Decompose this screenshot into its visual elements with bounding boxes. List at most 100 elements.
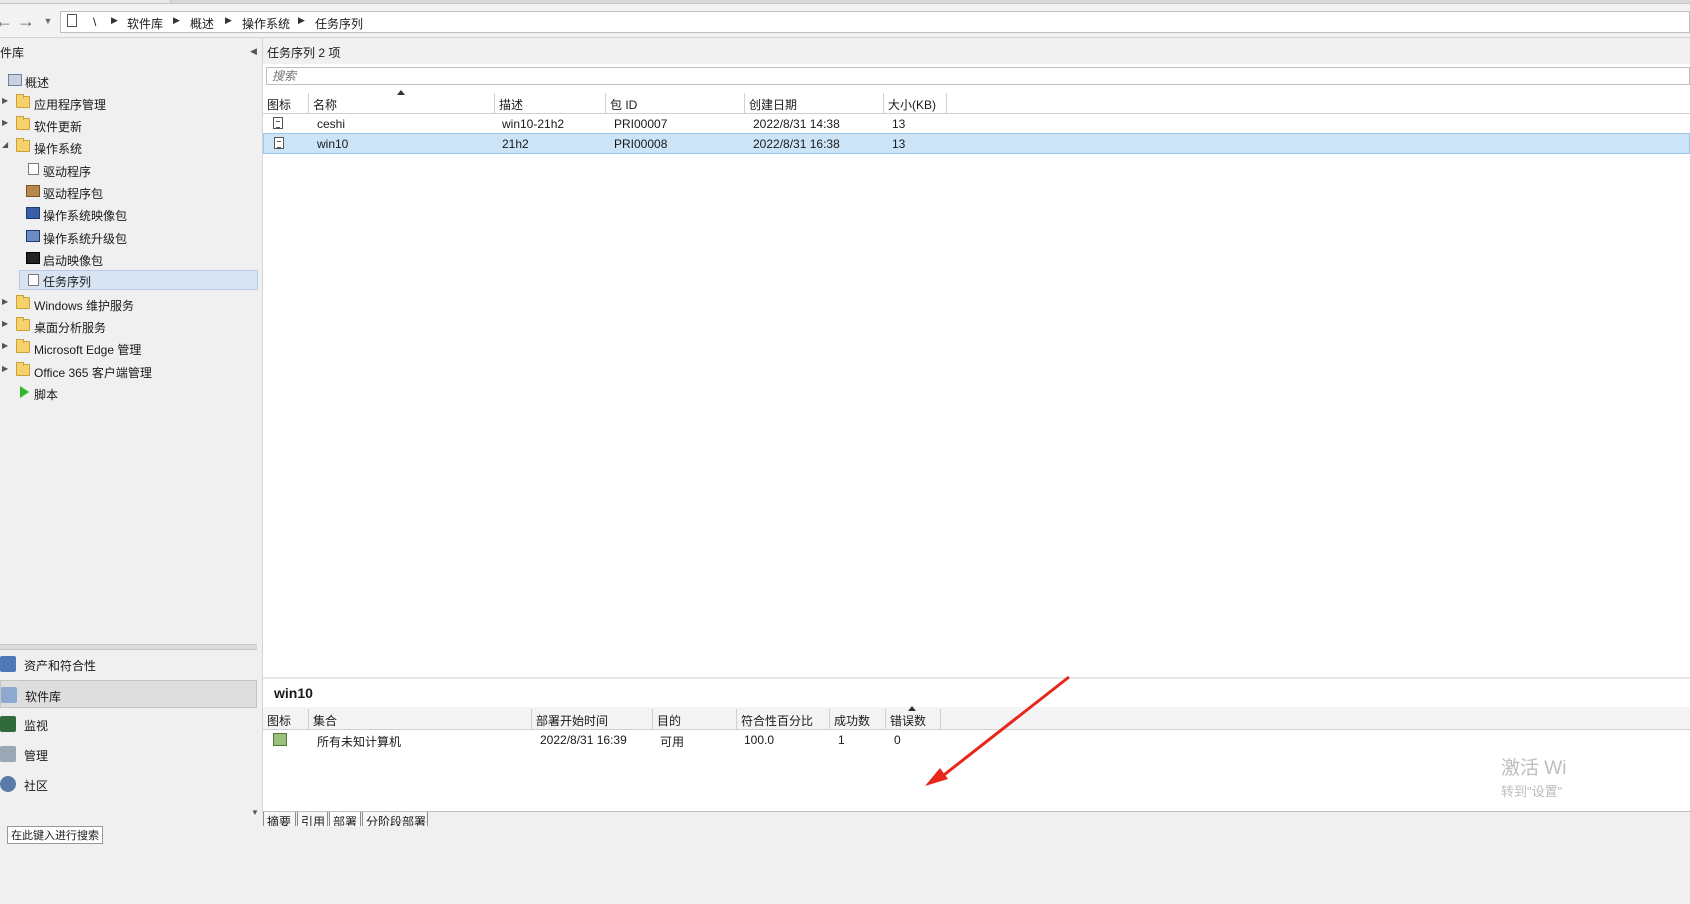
tree-item-overview[interactable]: 概述	[0, 71, 258, 91]
collapse-arrow-icon[interactable]: ◢	[2, 140, 8, 149]
breadcrumb: \ ▶ 软件库 ▶ 概述 ▶ 操作系统 ▶ 任务序列	[60, 11, 1690, 33]
expand-arrow-icon[interactable]: ▶	[2, 341, 8, 350]
tree-item-label: 驱动程序	[43, 165, 92, 179]
tree-item-label: 驱动程序包	[43, 187, 104, 201]
tree-item-label: 应用程序管理	[34, 98, 107, 112]
table-row[interactable]: 所有未知计算机 2022/8/31 16:39 可用 100.0 1 0	[263, 730, 1690, 750]
column-header-errors[interactable]: 错误数	[886, 709, 941, 729]
chevron-down-icon[interactable]: ▼	[251, 808, 259, 817]
tree-item-task-sequences[interactable]: 任务序列	[19, 270, 258, 290]
folder-icon	[16, 317, 30, 331]
breadcrumb-item-task-sequences[interactable]: 任务序列	[315, 15, 363, 32]
workspace-administration[interactable]: 管理	[0, 740, 257, 768]
breadcrumb-separator-icon[interactable]: ▶	[225, 15, 232, 26]
forward-arrow-icon[interactable]: →	[16, 11, 36, 31]
workspace-label: 软件库	[25, 690, 62, 704]
tree-item-boot-images[interactable]: 启动映像包	[0, 249, 258, 269]
workspace-label: 资产和符合性	[24, 659, 97, 673]
breadcrumb-item-operating-systems[interactable]: 操作系统	[242, 15, 290, 32]
column-header-package-id[interactable]: 包 ID	[606, 93, 745, 113]
breadcrumb-item-software-library[interactable]: 软件库	[127, 15, 163, 32]
overview-icon	[8, 74, 22, 86]
back-arrow-icon[interactable]: ←	[0, 11, 14, 31]
workspace-assets-and-compliance[interactable]: 资产和符合性	[0, 650, 257, 678]
expand-arrow-icon[interactable]: ▶	[2, 364, 8, 373]
task-sequence-icon	[273, 117, 283, 129]
assets-icon	[0, 656, 16, 672]
tree-item-scripts[interactable]: 脚本	[0, 383, 258, 403]
cell-name: ceshi	[317, 117, 346, 131]
cell-size: 13	[892, 137, 906, 151]
column-header-name[interactable]: 名称	[309, 93, 495, 113]
status-search-hint[interactable]: 在此键入进行搜索	[7, 826, 103, 844]
column-header-success[interactable]: 成功数	[830, 709, 886, 729]
navigation-pane: 件库 ◀ 概述 ▶ 应用程序管理 ▶ 软件更新 ◢ 操作系统 驱动程序 驱动程序…	[0, 38, 263, 817]
tree-item-label: 脚本	[34, 388, 59, 402]
tree-item-drivers[interactable]: 驱动程序	[0, 160, 258, 180]
tree-item-software-updates[interactable]: ▶ 软件更新	[0, 115, 258, 135]
expand-arrow-icon[interactable]: ▶	[2, 118, 8, 127]
tree-item-desktop-analytics[interactable]: ▶ 桌面分析服务	[0, 316, 258, 336]
table-row[interactable]: ceshi win10-21h2 PRI00007 2022/8/31 14:3…	[263, 114, 1690, 134]
breadcrumb-separator-icon[interactable]: ▶	[298, 15, 305, 26]
window-tab[interactable]	[0, 0, 61, 3]
column-header-date-created[interactable]: 创建日期	[745, 93, 884, 113]
driver-package-icon	[26, 185, 40, 197]
column-header-deployment-start[interactable]: 部署开始时间	[532, 709, 653, 729]
breadcrumb-separator-icon[interactable]: ▶	[173, 15, 180, 26]
task-sequence-icon	[28, 274, 39, 286]
tree-item-application-management[interactable]: ▶ 应用程序管理	[0, 93, 258, 113]
window-top-strip	[0, 0, 1690, 4]
column-header-description[interactable]: 描述	[495, 93, 606, 113]
workspace-software-library[interactable]: 软件库	[0, 680, 257, 708]
cell-success: 1	[838, 733, 845, 747]
cell-date-created: 2022/8/31 16:38	[753, 137, 840, 151]
column-header-icon[interactable]: 图标	[263, 709, 309, 729]
workspace-label: 社区	[24, 779, 49, 793]
expand-arrow-icon[interactable]: ▶	[2, 319, 8, 328]
search-input[interactable]	[266, 67, 1690, 85]
breadcrumb-separator-icon[interactable]: ▶	[111, 15, 118, 26]
tree-item-label: Windows 维护服务	[34, 299, 135, 313]
task-sequence-icon	[67, 14, 77, 27]
workspace-label: 管理	[24, 749, 49, 763]
cell-errors: 0	[894, 733, 901, 747]
folder-icon	[16, 295, 30, 309]
tree-item-os-images[interactable]: 操作系统映像包	[0, 204, 258, 224]
list-title: 任务序列 2 项	[267, 46, 341, 60]
cell-deployment-start: 2022/8/31 16:39	[540, 733, 627, 747]
deployment-icon	[273, 733, 287, 746]
column-header-compliance[interactable]: 符合性百分比	[737, 709, 830, 729]
column-header-icon[interactable]: 图标	[263, 93, 309, 113]
sort-ascending-icon	[908, 706, 916, 711]
tree-item-label: 操作系统升级包	[43, 232, 128, 246]
column-header-purpose[interactable]: 目的	[653, 709, 737, 729]
expand-arrow-icon[interactable]: ▶	[2, 297, 8, 306]
column-header-collection[interactable]: 集合	[309, 709, 532, 729]
tree-item-office365-management[interactable]: ▶ Office 365 客户端管理	[0, 361, 258, 381]
tree-item-label: 桌面分析服务	[34, 321, 107, 335]
window-tab[interactable]	[60, 0, 171, 3]
tree-item-label: 软件更新	[34, 120, 83, 134]
tree-item-operating-systems[interactable]: ◢ 操作系统	[0, 137, 258, 157]
history-dropdown-icon[interactable]: ▼	[38, 11, 58, 31]
tree-item-os-upgrade-packages[interactable]: 操作系统升级包	[0, 227, 258, 247]
collapse-pane-icon[interactable]: ◀	[250, 46, 257, 57]
expand-arrow-icon[interactable]: ▶	[2, 96, 8, 105]
tree-item-label: Microsoft Edge 管理	[34, 343, 142, 357]
details-pane: win10 图标 集合 部署开始时间 目的 符合性百分比 成功数 错误数 所有未…	[263, 679, 1690, 813]
tree-item-edge-management[interactable]: ▶ Microsoft Edge 管理	[0, 338, 258, 358]
cell-date-created: 2022/8/31 14:38	[753, 117, 840, 131]
tree-item-label: 操作系统	[34, 142, 83, 156]
breadcrumb-item-overview[interactable]: 概述	[190, 15, 214, 32]
activation-watermark-subtext: 转到"设置"	[1501, 784, 1563, 799]
breadcrumb-root[interactable]: \	[93, 15, 96, 29]
tree-item-windows-servicing[interactable]: ▶ Windows 维护服务	[0, 294, 258, 314]
play-icon	[20, 386, 29, 398]
column-header-size[interactable]: 大小(KB)	[884, 93, 947, 113]
tree-item-driver-packages[interactable]: 驱动程序包	[0, 182, 258, 202]
table-row[interactable]: win10 21h2 PRI00008 2022/8/31 16:38 13	[263, 133, 1690, 154]
workspace-community[interactable]: 社区	[0, 770, 257, 798]
administration-icon	[0, 746, 16, 762]
workspace-monitoring[interactable]: 监视	[0, 710, 257, 738]
